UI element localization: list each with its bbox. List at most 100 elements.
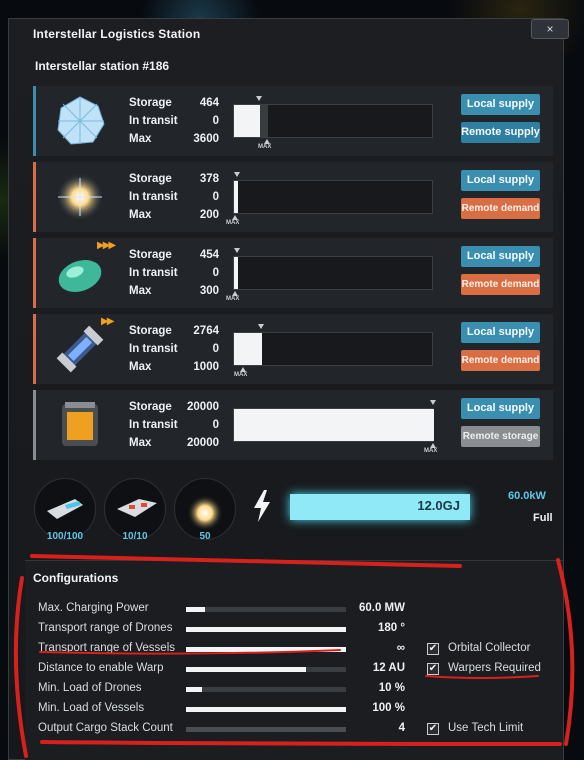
capsule-icon[interactable] [53,322,107,376]
config-label: Distance to enable Warp [38,662,164,674]
value-in-transit: 0 [212,115,219,127]
remote-supply-button[interactable]: Remote supply [461,122,540,143]
label-in-transit: In transit [129,267,178,279]
slot-labels: Storage In transit Max [129,322,178,376]
fleet-slot[interactable]: 10/10 [104,478,166,542]
config-label: Transport range of Vessels [38,642,176,654]
checkbox-label[interactable]: Use Tech Limit [448,722,523,734]
label-storage: Storage [129,97,172,109]
local-supply-button[interactable]: Local supply [461,94,540,115]
value-max: 200 [199,209,219,221]
close-button[interactable]: × [531,19,569,39]
storage-marker-icon [258,324,264,329]
charging-power-readout: 60.0kW [508,490,546,502]
fleet-slot[interactable]: 50 [174,478,236,542]
storage-marker-icon [234,248,240,253]
configurations-title: Configurations [33,571,119,585]
storage-bar[interactable] [233,256,433,290]
storage-slot: Storage In transit Max 378 0 200 MAX Local supp… [33,162,553,232]
value-max: 20000 [187,437,219,449]
config-slider[interactable] [186,647,346,652]
local-supply-button[interactable]: Local supply [461,322,540,343]
energy-stored: 12.0GJ [417,498,460,513]
label-storage: Storage [129,325,172,337]
config-slider[interactable] [186,667,346,672]
slot-labels: Storage In transit Max [129,170,178,224]
value-storage: 454 [199,249,219,261]
remote-demand-button[interactable]: Remote demand [461,350,540,371]
station-name[interactable]: Interstellar station #186 [35,59,169,73]
label-max: Max [129,209,152,221]
slot-labels: Storage In transit Max [129,246,178,300]
value-in-transit: 0 [212,191,219,203]
config-slider[interactable] [186,607,346,612]
fuel-canister-icon[interactable] [53,398,107,452]
checkbox[interactable]: ✔ [427,643,439,655]
checkbox[interactable]: ✔ [427,663,439,675]
storage-fill [234,333,262,365]
storage-fill [234,181,238,213]
config-label: Transport range of Drones [38,622,173,634]
config-value: 4 [398,722,405,734]
config-slider[interactable] [186,627,346,632]
checkbox-label[interactable]: Orbital Collector [448,642,530,654]
config-slider[interactable] [186,727,346,732]
slot-labels: Storage In transit Max [129,94,178,148]
slot-values: 20000 0 20000 [173,398,219,452]
remote-demand-button[interactable]: Remote demand [461,274,540,295]
config-value: 180 ° [378,622,405,634]
config-slider[interactable] [186,707,346,712]
casimir-crystal-icon[interactable] [53,94,107,148]
max-marker-label: MAX [226,220,240,226]
green-gem-icon[interactable] [53,246,107,300]
storage-marker-icon [430,400,436,405]
storage-bar[interactable] [233,408,434,442]
local-supply-button[interactable]: Local supply [461,398,540,419]
storage-bar[interactable] [233,332,433,366]
checkbox[interactable]: ✔ [427,723,439,735]
value-max: 300 [199,285,219,297]
fleet-slot[interactable]: 100/100 [34,478,96,542]
config-label: Min. Load of Drones [38,682,142,694]
value-storage: 378 [199,173,219,185]
storage-bar[interactable] [233,104,433,138]
label-storage: Storage [129,401,172,413]
max-marker-label: MAX [258,144,272,150]
config-label: Max. Charging Power [38,602,149,614]
label-in-transit: In transit [129,419,178,431]
value-in-transit: 0 [212,343,219,355]
storage-fill [234,257,238,289]
slot-labels: Storage In transit Max [129,398,178,452]
vessel-icon [115,493,159,528]
value-in-transit: 0 [212,267,219,279]
config-value: 60.0 MW [358,602,405,614]
config-value: 12 AU [372,662,405,674]
local-supply-button[interactable]: Local supply [461,170,540,191]
label-in-transit: In transit [129,343,178,355]
label-storage: Storage [129,173,172,185]
config-label: Output Cargo Stack Count [38,722,173,734]
remote-storage-button[interactable]: Remote storage [461,426,540,447]
config-label: Min. Load of Vessels [38,702,145,714]
value-storage: 20000 [187,401,219,413]
slider-fill [186,647,346,652]
label-in-transit: In transit [129,191,178,203]
value-storage: 464 [199,97,219,109]
checkbox-label[interactable]: Warpers Required [448,662,541,674]
config-slider[interactable] [186,687,346,692]
priority-arrows-icon: ▶▶▶ [97,240,116,251]
slot-values: 454 0 300 [173,246,219,300]
storage-fill [234,409,434,441]
slider-fill [186,707,346,712]
storage-bar[interactable] [233,180,433,214]
remote-demand-button[interactable]: Remote demand [461,198,540,219]
local-supply-button[interactable]: Local supply [461,246,540,267]
max-marker-label: MAX [424,448,438,454]
slider-fill [186,627,346,632]
energy-status: Full [533,512,553,524]
priority-arrows-icon: ▶▶ [101,316,114,327]
slot-accent [33,390,36,460]
max-marker-label: MAX [226,296,240,302]
label-in-transit: In transit [129,115,178,127]
star-burst-icon[interactable] [53,170,107,224]
